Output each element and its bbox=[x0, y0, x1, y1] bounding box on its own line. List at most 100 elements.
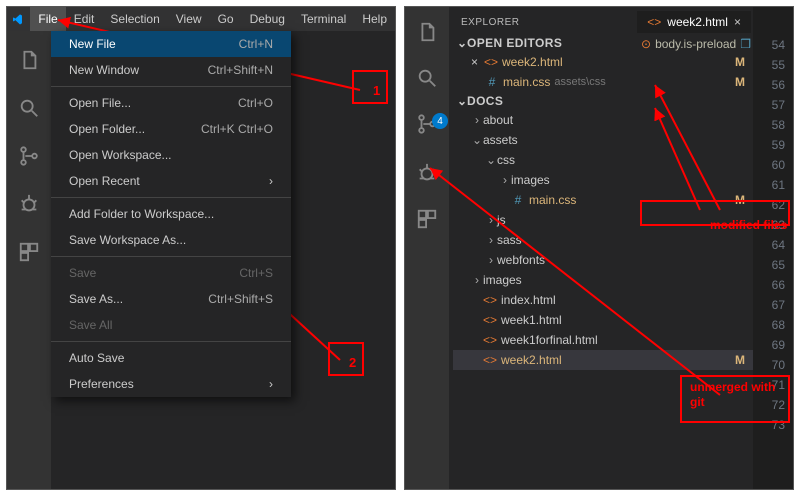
chevron-icon: › bbox=[485, 253, 497, 267]
menu-edit[interactable]: Edit bbox=[66, 7, 103, 31]
folder-item[interactable]: ›images bbox=[453, 170, 753, 190]
editor-tab-label: week2.html bbox=[667, 15, 728, 29]
symbol-icon: ⊙ bbox=[641, 37, 651, 51]
workspace-header[interactable]: ⌄DOCS bbox=[449, 92, 753, 110]
folder-item[interactable]: ⌄assets bbox=[453, 130, 753, 150]
menu-item-preferences[interactable]: Preferences› bbox=[51, 371, 291, 397]
close-icon[interactable]: × bbox=[471, 55, 478, 69]
menu-item-new-file[interactable]: New FileCtrl+N bbox=[51, 31, 291, 57]
chevron-icon: › bbox=[471, 273, 483, 287]
activity-bar: 4 bbox=[405, 7, 449, 489]
modified-badge: M bbox=[735, 75, 745, 89]
extensions-icon[interactable] bbox=[18, 241, 40, 263]
menu-item-open-workspace-[interactable]: Open Workspace... bbox=[51, 142, 291, 168]
open-editor-item[interactable]: #main.cssassets\cssM bbox=[453, 72, 753, 92]
menubar: FileEditSelectionViewGoDebugTerminalHelp bbox=[7, 7, 395, 31]
folder-item[interactable]: ›about bbox=[453, 110, 753, 130]
folder-item[interactable]: ›images bbox=[453, 270, 753, 290]
chevron-icon: › bbox=[471, 113, 483, 127]
files-icon[interactable] bbox=[18, 49, 40, 71]
chevron-icon: › bbox=[485, 213, 497, 227]
open-editor-item[interactable]: ×<>week2.htmlM bbox=[453, 52, 753, 72]
menu-item-open-file-[interactable]: Open File...Ctrl+O bbox=[51, 90, 291, 116]
file-icon: <> bbox=[483, 313, 497, 327]
menu-debug[interactable]: Debug bbox=[242, 7, 293, 31]
line-number: 67 bbox=[753, 295, 785, 315]
line-number: 54 bbox=[753, 35, 785, 55]
line-number: 66 bbox=[753, 275, 785, 295]
chevron-icon: › bbox=[499, 173, 511, 187]
modified-badge: M bbox=[735, 55, 745, 69]
files-icon[interactable] bbox=[416, 21, 438, 43]
breadcrumb-label: body.is-preload bbox=[655, 37, 736, 51]
file-icon: # bbox=[485, 75, 499, 89]
chevron-icon: › bbox=[485, 233, 497, 247]
menu-view[interactable]: View bbox=[168, 7, 210, 31]
annotation-label-modified: modified files bbox=[710, 218, 787, 232]
menu-item-auto-save[interactable]: Auto Save bbox=[51, 345, 291, 371]
line-number: 65 bbox=[753, 255, 785, 275]
line-number: 58 bbox=[753, 115, 785, 135]
menu-item-open-folder-[interactable]: Open Folder...Ctrl+K Ctrl+O bbox=[51, 116, 291, 142]
annotation-label-unmerged: unmerged with git bbox=[690, 380, 790, 410]
annotation-number-1: 1 bbox=[373, 83, 380, 98]
menu-item-save: SaveCtrl+S bbox=[51, 260, 291, 286]
html-file-icon: <> bbox=[647, 15, 661, 29]
line-number: 55 bbox=[753, 55, 785, 75]
modified-badge: M bbox=[735, 353, 745, 367]
menu-item-save-as-[interactable]: Save As...Ctrl+Shift+S bbox=[51, 286, 291, 312]
menu-file[interactable]: File bbox=[30, 7, 65, 31]
line-number: 70 bbox=[753, 355, 785, 375]
line-number: 56 bbox=[753, 75, 785, 95]
source-control-icon[interactable] bbox=[18, 145, 40, 167]
search-icon[interactable] bbox=[18, 97, 40, 119]
scm-badge: 4 bbox=[432, 113, 448, 129]
debug-icon[interactable] bbox=[416, 162, 438, 184]
file-icon: <> bbox=[483, 333, 497, 347]
line-number: 60 bbox=[753, 155, 785, 175]
activity-bar bbox=[7, 31, 51, 489]
cube-icon: ❒ bbox=[740, 37, 751, 51]
menu-item-save-all: Save All bbox=[51, 312, 291, 338]
file-icon: # bbox=[511, 193, 525, 207]
chevron-icon: ⌄ bbox=[485, 153, 497, 167]
extensions-icon[interactable] bbox=[416, 208, 438, 230]
file-icon: <> bbox=[483, 293, 497, 307]
folder-item[interactable]: ⌄css bbox=[453, 150, 753, 170]
file-item[interactable]: <>week1forfinal.html bbox=[453, 330, 753, 350]
menu-help[interactable]: Help bbox=[354, 7, 395, 31]
debug-icon[interactable] bbox=[18, 193, 40, 215]
line-number: 69 bbox=[753, 335, 785, 355]
menu-item-open-recent[interactable]: Open Recent› bbox=[51, 168, 291, 194]
line-number: 68 bbox=[753, 315, 785, 335]
file-item[interactable]: <>index.html bbox=[453, 290, 753, 310]
breadcrumb[interactable]: ⊙ body.is-preload ❒ bbox=[641, 37, 751, 51]
line-number: 57 bbox=[753, 95, 785, 115]
file-icon: <> bbox=[484, 55, 498, 69]
file-item[interactable]: <>week2.htmlM bbox=[453, 350, 753, 370]
menu-item-add-folder-to-workspace-[interactable]: Add Folder to Workspace... bbox=[51, 201, 291, 227]
search-icon[interactable] bbox=[416, 67, 438, 89]
file-icon: <> bbox=[483, 353, 497, 367]
editor-tab[interactable]: <> week2.html × bbox=[637, 11, 751, 33]
close-icon[interactable]: × bbox=[734, 15, 741, 29]
vscode-logo-icon bbox=[13, 11, 22, 27]
menu-terminal[interactable]: Terminal bbox=[293, 7, 354, 31]
folder-item[interactable]: ›webfonts bbox=[453, 250, 753, 270]
annotation-box-2 bbox=[328, 342, 364, 376]
annotation-number-2: 2 bbox=[349, 355, 356, 370]
line-number: 64 bbox=[753, 235, 785, 255]
folder-item[interactable]: ›sass bbox=[453, 230, 753, 250]
line-number: 59 bbox=[753, 135, 785, 155]
file-menu-dropdown: New FileCtrl+NNew WindowCtrl+Shift+N Open… bbox=[51, 31, 291, 397]
vscode-window-left: FileEditSelectionViewGoDebugTerminalHelp… bbox=[6, 6, 396, 490]
menu-selection[interactable]: Selection bbox=[102, 7, 167, 31]
line-number: 61 bbox=[753, 175, 785, 195]
annotation-box-1 bbox=[352, 70, 388, 104]
menu-go[interactable]: Go bbox=[210, 7, 242, 31]
menu-item-save-workspace-as-[interactable]: Save Workspace As... bbox=[51, 227, 291, 253]
menu-item-new-window[interactable]: New WindowCtrl+Shift+N bbox=[51, 57, 291, 83]
source-control-with-badge[interactable]: 4 bbox=[416, 113, 438, 138]
chevron-icon: ⌄ bbox=[471, 133, 483, 147]
file-item[interactable]: <>week1.html bbox=[453, 310, 753, 330]
